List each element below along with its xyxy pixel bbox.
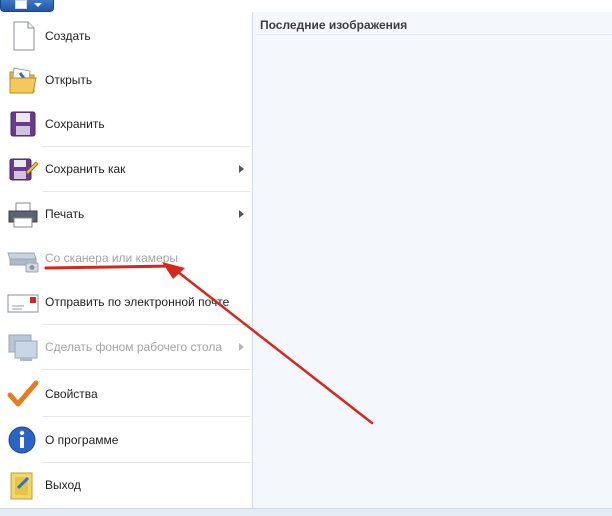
email-icon: [7, 294, 39, 313]
menu-item-label: Отправить по электронной почте: [45, 295, 230, 309]
recent-images-title: Последние изображения: [260, 18, 408, 32]
submenu-arrow-icon: [239, 343, 244, 351]
save-as-icon: [9, 158, 39, 181]
menu-item-open[interactable]: Открыть: [0, 58, 252, 102]
save-disk-icon: [10, 111, 36, 137]
checkmark-icon: [7, 380, 39, 407]
menu-item-print[interactable]: Печать: [0, 192, 252, 236]
menu-item-label: Сделать фоном рабочего стола: [45, 340, 222, 354]
panel-divider: [256, 34, 612, 35]
menu-item-save[interactable]: Сохранить: [0, 102, 252, 146]
menu-item-label: Открыть: [45, 73, 93, 87]
menu-item-set-desktop-background[interactable]: Сделать фоном рабочего стола: [0, 325, 252, 369]
menu-item-new[interactable]: Создать: [0, 14, 252, 58]
menu-separator: [42, 369, 250, 370]
exit-icon: [10, 472, 33, 500]
chevron-down-icon: [34, 3, 42, 7]
menu-item-about[interactable]: О программе: [0, 418, 252, 462]
menu-item-from-scanner[interactable]: Со сканера или камеры: [0, 236, 252, 280]
menu-item-label: Сохранить как: [45, 162, 126, 176]
menu-item-label: Печать: [45, 207, 85, 221]
file-menu: Создать Открыть Сохранить Сохранить как: [0, 12, 253, 508]
recent-images-panel: Последние изображения: [253, 12, 612, 508]
submenu-arrow-icon: [239, 210, 244, 218]
desktop-background-icon: [8, 334, 38, 361]
menu-item-exit[interactable]: Выход: [0, 463, 252, 507]
application-menu-button[interactable]: [0, 0, 54, 12]
new-document-icon: [13, 21, 35, 51]
menu-item-send-email[interactable]: Отправить по электронной почте: [0, 280, 252, 324]
menu-item-properties[interactable]: Свойства: [0, 372, 252, 416]
submenu-arrow-icon: [239, 165, 244, 173]
menu-item-label: Со сканера или камеры: [45, 251, 178, 265]
scanner-camera-icon: [7, 252, 39, 273]
info-icon: [8, 426, 36, 454]
menu-item-save-as[interactable]: Сохранить как: [0, 147, 252, 191]
menu-separator: [42, 416, 250, 417]
document-icon: [15, 0, 27, 9]
menu-item-label: Выход: [45, 478, 81, 492]
open-folder-icon: [9, 67, 37, 94]
menu-item-label: Создать: [45, 29, 91, 43]
printer-icon: [8, 202, 38, 228]
menu-item-label: Сохранить: [45, 117, 105, 131]
menu-item-label: Свойства: [45, 387, 98, 401]
menu-item-label: О программе: [45, 433, 119, 447]
